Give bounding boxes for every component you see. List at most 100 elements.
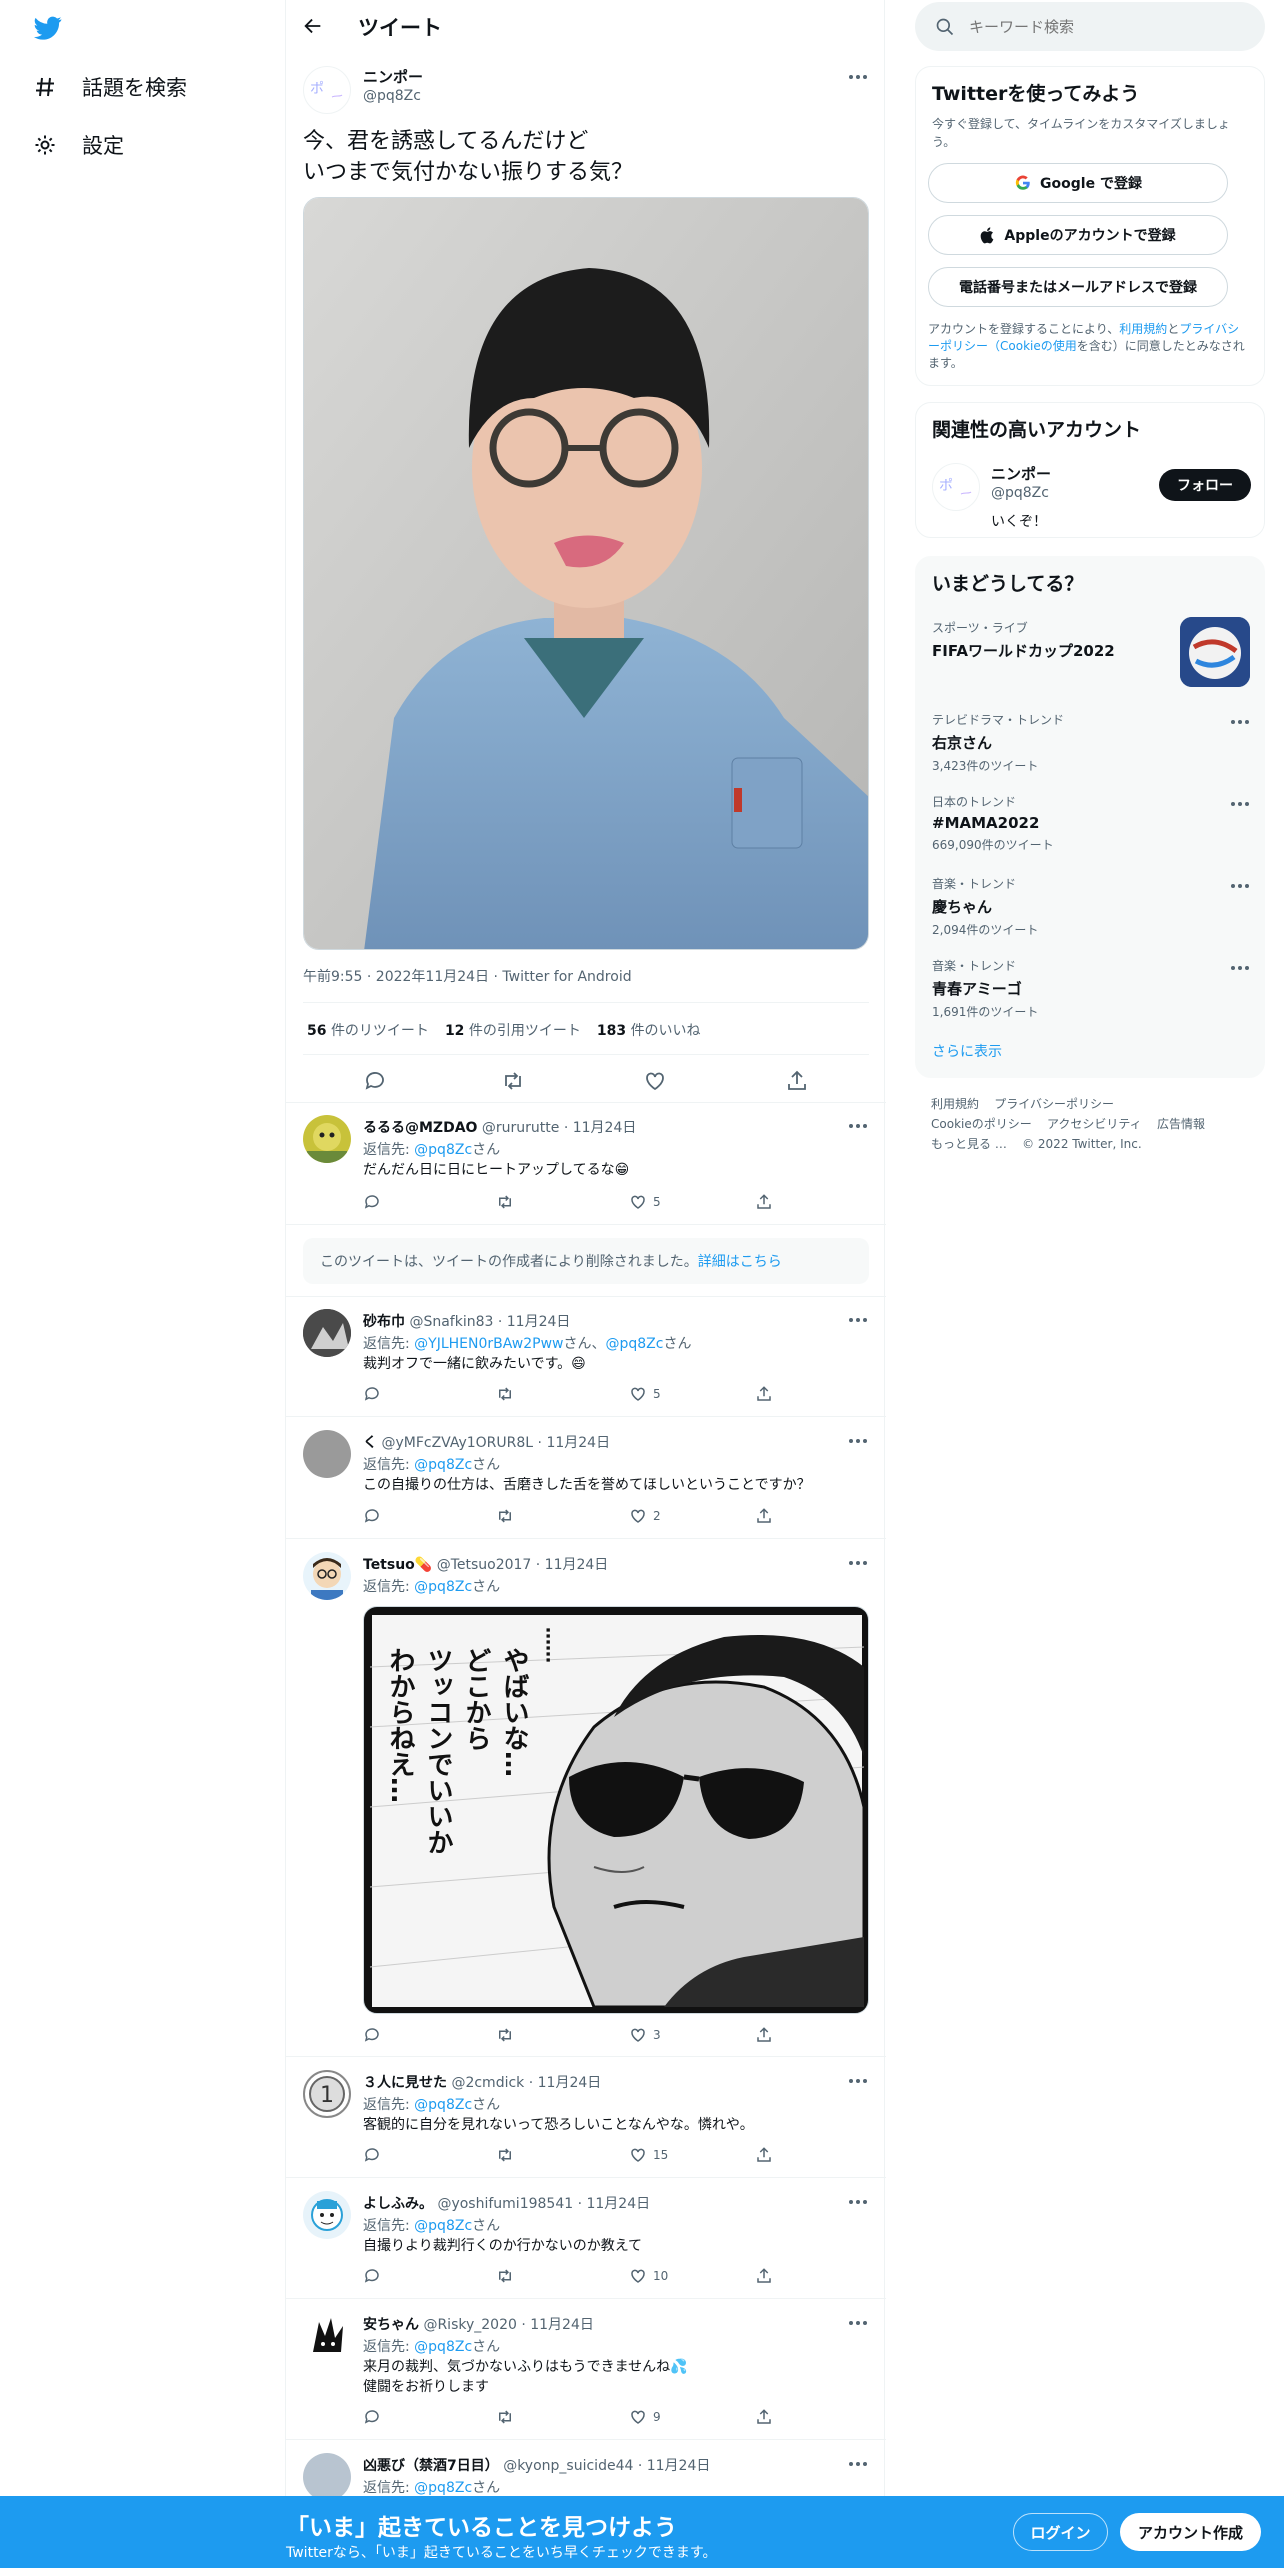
avatar[interactable] [303,2453,351,2501]
reply-icon[interactable] [363,2267,381,2285]
retweet-icon[interactable] [496,1385,514,1403]
tweet-author-handle[interactable]: @pq8Zc [363,88,421,104]
more-options-icon[interactable] [848,74,868,80]
reply-tweet[interactable]: るるる@MZDAO @rururutte · 11月24日 返信先: @pq8Z… [286,1103,886,1225]
more-options-icon[interactable] [848,1438,868,1444]
footer-link[interactable]: 利用規約 [931,1097,979,1111]
reply-tweet[interactable]: 1 ３人に見せた @2cmdick · 11月24日 返信先: @pq8Zcさん… [286,2058,886,2178]
retweet-icon[interactable] [496,2026,514,2044]
reply-author-name[interactable]: 砂布巾 [363,1314,405,1330]
more-options-icon[interactable] [1230,801,1250,807]
avatar[interactable] [303,1115,351,1163]
reply-tweet[interactable]: 凶悪び（禁酒7日目） @kyonp_suicide44 · 11月24日 返信先… [286,2441,886,2501]
apple-signup-button[interactable]: Appleのアカウントで登録 [928,215,1228,255]
reply-to-mention[interactable]: @pq8Zc [414,1142,472,1158]
retweet-icon[interactable] [496,2408,514,2426]
retweet-icon[interactable] [496,1193,514,1211]
twitter-logo-icon[interactable] [32,14,64,42]
avatar[interactable] [303,2312,351,2360]
reply-to-mention[interactable]: @YJLHEN0rBAw2Pww [414,1336,563,1352]
reply-author-name[interactable]: 安ちゃん [363,2317,419,2333]
more-options-icon[interactable] [848,1560,868,1566]
quotes-stat[interactable]: 12 件の引用ツイート [445,1020,581,1040]
retweet-icon[interactable] [496,1507,514,1525]
related-account-name[interactable]: ニンポー [991,463,1051,484]
learn-more-link[interactable]: 詳細はこちら [698,1251,782,1271]
retweet-icon[interactable] [501,1069,525,1093]
share-icon[interactable] [755,1193,773,1211]
like-button[interactable]: 15 [629,2146,668,2164]
like-button[interactable]: 3 [629,2026,661,2044]
share-icon[interactable] [755,2408,773,2426]
like-button[interactable]: 2 [629,1507,661,1525]
reply-tweet[interactable]: よしふみ。 @yoshifumi198541 · 11月24日 返信先: @pq… [286,2179,886,2299]
trend-item[interactable]: テレビドラマ・トレンド 右京さん 3,423件のツイート [932,711,1250,774]
reply-to-mention[interactable]: @pq8Zc [414,1457,472,1473]
like-button[interactable]: 5 [629,1193,661,1211]
reply-tweet[interactable]: Tetsuo💊 @Tetsuo2017 · 11月24日 返信先: @pq8Zc… [286,1540,886,2057]
search-box[interactable] [915,2,1265,51]
reply-author-handle[interactable]: @Tetsuo2017 · 11月24日 [437,1557,609,1573]
share-icon[interactable] [785,1069,809,1093]
reply-author-handle[interactable]: @2cmdick · 11月24日 [451,2075,601,2091]
more-options-icon[interactable] [1230,883,1250,889]
share-icon[interactable] [755,2026,773,2044]
reply-to-mention[interactable]: @pq8Zc [414,2218,472,2234]
retweet-icon[interactable] [496,2146,514,2164]
footer-link[interactable]: プライバシーポリシー [994,1097,1114,1111]
nav-settings[interactable]: 設定 [32,130,124,160]
reply-author-name[interactable]: Tetsuo💊 [363,1557,432,1573]
reply-to-mention[interactable]: @pq8Zc [414,2339,472,2355]
retweet-icon[interactable] [496,2267,514,2285]
reply-author-name[interactable]: 凶悪び（禁酒7日目） [363,2458,499,2474]
reply-author-name[interactable]: よしふみ。 [363,2196,433,2212]
reply-author-handle[interactable]: @Snafkin83 · 11月24日 [409,1314,570,1330]
trend-item[interactable]: 音楽・トレンド 慶ちゃん 2,094件のツイート [932,875,1250,938]
reply-author-handle[interactable]: @rururutte · 11月24日 [482,1120,636,1136]
tweet-photo[interactable] [303,197,869,950]
show-more-link[interactable]: さらに表示 [932,1041,1002,1061]
footer-link[interactable]: 広告情報 [1157,1117,1205,1131]
nav-explore[interactable]: 話題を検索 [32,72,187,102]
terms-link[interactable]: 利用規約 [1119,322,1167,336]
more-options-icon[interactable] [1230,965,1250,971]
trend-thumbnail[interactable] [1180,617,1250,687]
avatar[interactable] [303,2191,351,2239]
reply-to-mention[interactable]: @pq8Zc [414,2097,472,2113]
reply-author-handle[interactable]: @Risky_2020 · 11月24日 [423,2317,593,2333]
more-options-icon[interactable] [848,2078,868,2084]
trend-item[interactable]: 音楽・トレンド 青春アミーゴ 1,691件のツイート [932,957,1250,1020]
reply-manga-image[interactable]: やばいな… どこから ツッコンでいいか わからねえ… …… [363,1606,869,2014]
more-options-icon[interactable] [848,2461,868,2467]
reply-author-handle[interactable]: @yMFcZVAy1ORUR8L · 11月24日 [381,1435,610,1451]
share-icon[interactable] [755,2146,773,2164]
footer-more-link[interactable]: もっと見る … [931,1137,1007,1151]
avatar[interactable]: 1 [303,2070,351,2118]
reply-to-mention[interactable]: @pq8Zc [605,1336,663,1352]
like-icon[interactable] [643,1069,667,1093]
avatar[interactable] [303,1309,351,1357]
tweet-author-name[interactable]: ニンポー [363,66,423,87]
reply-tweet[interactable]: く @yMFcZVAy1ORUR8L · 11月24日 返信先: @pq8Zcさ… [286,1418,886,1539]
login-button[interactable]: ログイン [1013,2513,1108,2551]
footer-link[interactable]: Cookieのポリシー [931,1117,1032,1131]
reply-to-mention[interactable]: @pq8Zc [414,1579,472,1595]
more-options-icon[interactable] [848,1123,868,1129]
share-icon[interactable] [755,1507,773,1525]
avatar[interactable]: ポ [303,66,351,114]
google-signup-button[interactable]: Google で登録 [928,163,1228,203]
retweets-stat[interactable]: 56 件のリツイート [307,1020,429,1040]
avatar[interactable] [303,1552,351,1600]
share-icon[interactable] [755,1385,773,1403]
reply-icon[interactable] [363,1193,381,1211]
footer-link[interactable]: アクセシビリティ [1047,1117,1142,1131]
like-button[interactable]: 10 [629,2267,668,2285]
reply-icon[interactable] [363,1069,387,1093]
reply-to-mention[interactable]: @pq8Zc [414,2480,472,2496]
trend-item[interactable]: 日本のトレンド #MAMA2022 669,090件のツイート [932,793,1250,853]
reply-icon[interactable] [363,2408,381,2426]
search-input[interactable] [969,17,1229,36]
avatar[interactable] [303,1430,351,1478]
share-icon[interactable] [755,2267,773,2285]
like-button[interactable]: 5 [629,1385,661,1403]
